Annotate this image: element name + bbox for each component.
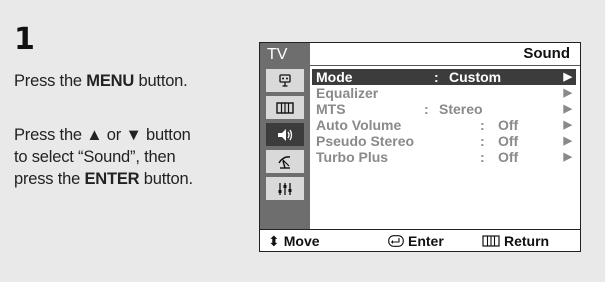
osd-sidebar: TV xyxy=(260,43,310,229)
tv-label: TV xyxy=(267,46,288,63)
menu-item-sep: : xyxy=(480,149,485,165)
step-number: 1 xyxy=(14,22,35,57)
return-label: Return xyxy=(504,233,550,249)
menu-item-turbo-plus[interactable]: Turbo Plus : Off ▶ xyxy=(312,149,576,165)
enter-label: Enter xyxy=(408,233,444,249)
menu-item-mts[interactable]: MTS : Stereo ▶ xyxy=(312,101,576,117)
updown-arrow-icon: ⬍ xyxy=(268,233,280,249)
menu-item-equalizer[interactable]: Equalizer ▶ xyxy=(312,85,576,101)
arrow-right-icon: ▶ xyxy=(563,151,572,163)
enter-hint: Enter xyxy=(388,230,444,252)
menu-item-auto-volume[interactable]: Auto Volume : Off ▶ xyxy=(312,117,576,133)
move-hint: ⬍ Move xyxy=(268,230,320,252)
menu-item-label: MTS xyxy=(316,101,346,117)
menu-item-label: Turbo Plus xyxy=(316,149,389,165)
menu-item-label: Equalizer xyxy=(316,85,379,101)
arrow-right-icon: ▶ xyxy=(563,87,572,99)
picture-icon[interactable] xyxy=(266,96,304,119)
enter-key-label: ENTER xyxy=(84,170,140,188)
channel-icon[interactable] xyxy=(266,150,304,173)
arrow-right-icon: ▶ xyxy=(563,119,572,131)
arrow-right-icon: ▶ xyxy=(563,135,572,147)
instruction-text: button. xyxy=(134,72,188,90)
menu-key-label: MENU xyxy=(86,72,135,90)
menu-item-sep: : xyxy=(424,101,429,117)
menu-item-mode[interactable]: Mode : Custom ▶ xyxy=(312,69,576,85)
move-label: Move xyxy=(283,233,320,249)
return-icon xyxy=(482,230,500,252)
menu-item-value: Off xyxy=(498,117,519,133)
instruction-text: press the xyxy=(14,170,85,188)
setup-icon[interactable] xyxy=(266,177,304,200)
menu-item-value: Off xyxy=(498,133,519,149)
menu-item-value: Stereo xyxy=(439,101,483,117)
instruction-select: Press the ▲ or ▼ button to select “Sound… xyxy=(14,124,193,190)
menu-item-sep: : xyxy=(480,133,485,149)
instruction-line: press the ENTER button. xyxy=(14,168,193,190)
instruction-menu: Press the MENU button. xyxy=(14,70,188,92)
instruction-line: to select “Sound”, then xyxy=(14,148,176,166)
osd-header: Sound xyxy=(310,43,580,66)
return-hint: Return xyxy=(482,230,549,252)
menu-item-label: Mode xyxy=(316,69,353,85)
menu-item-value: Off xyxy=(498,149,519,165)
menu-item-value: Custom xyxy=(449,69,502,85)
input-icon[interactable] xyxy=(266,69,304,92)
menu-item-pseudo-stereo[interactable]: Pseudo Stereo : Off ▶ xyxy=(312,133,576,149)
instruction-text: button. xyxy=(139,170,193,188)
menu-item-label: Auto Volume xyxy=(316,117,402,133)
osd-title: Sound xyxy=(523,45,570,62)
enter-icon xyxy=(388,230,404,252)
menu-item-label: Pseudo Stereo xyxy=(316,133,415,149)
arrow-right-icon: ▶ xyxy=(563,71,572,83)
menu-item-sep: : xyxy=(434,69,439,85)
menu-item-sep: : xyxy=(480,117,485,133)
instruction-line: Press the ▲ or ▼ button xyxy=(14,126,191,144)
sound-icon[interactable] xyxy=(266,123,304,146)
tv-osd-menu: TV Sound Mode : Custom ▶ Equalizer ▶ MTS… xyxy=(259,42,581,252)
osd-footer: ⬍ Move Enter Return xyxy=(260,229,580,251)
instruction-panel: 1 Press the MENU button. Press the ▲ or … xyxy=(0,0,605,282)
instruction-text: Press the xyxy=(14,72,87,90)
arrow-right-icon: ▶ xyxy=(563,103,572,115)
